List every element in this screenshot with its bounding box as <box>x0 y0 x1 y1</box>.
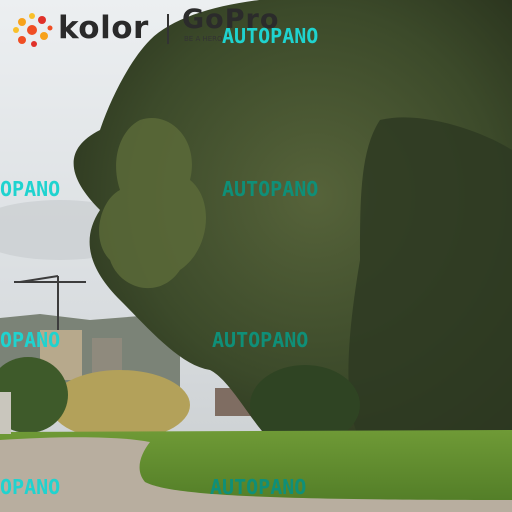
logo-divider <box>167 14 169 44</box>
watermark: OPANO <box>0 328 61 352</box>
photo-viewer: kolor GoPro BE A HERO AUTOPANO OPANO AUT… <box>0 0 512 512</box>
kolor-logo-text: kolor <box>58 10 149 46</box>
watermark: AUTOPANO <box>212 328 309 352</box>
kolor-logo-icon <box>13 13 53 47</box>
watermark: OPANO <box>0 475 61 499</box>
gopro-tagline: BE A HERO <box>184 35 223 43</box>
watermark: OPANO <box>0 177 61 201</box>
autumn-bush <box>50 370 190 440</box>
watermark: AUTOPANO <box>222 24 319 48</box>
stone-block <box>0 392 11 434</box>
park-photo <box>0 0 512 512</box>
watermark: AUTOPANO <box>210 475 307 499</box>
watermark: AUTOPANO <box>222 177 319 201</box>
tree-right-dark <box>348 117 512 440</box>
brand-header: kolor GoPro BE A HERO <box>0 0 420 56</box>
